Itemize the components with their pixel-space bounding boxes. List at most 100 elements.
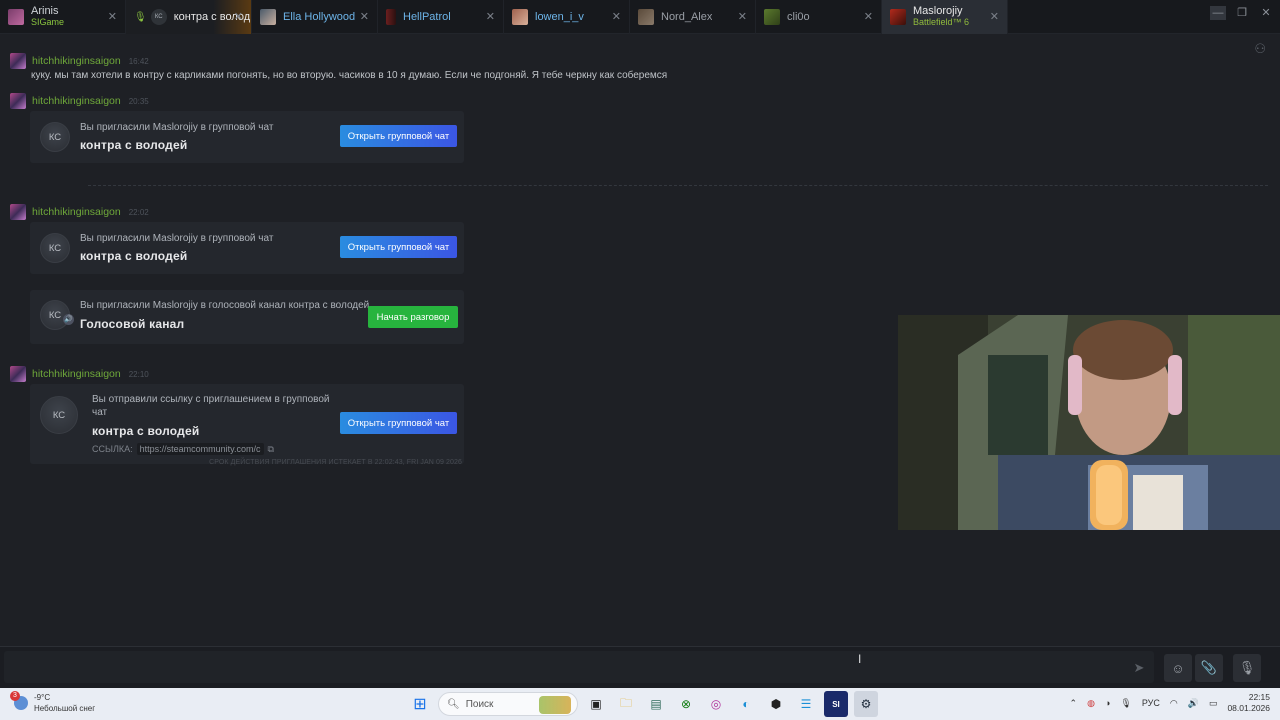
instagram-icon[interactable]: ◎ (704, 691, 728, 717)
avatar[interactable] (10, 53, 26, 69)
group-avatar: КС (40, 396, 78, 434)
weather-icon: 3 (10, 691, 28, 710)
username[interactable]: hitchhikinginsaigon (32, 55, 121, 67)
close-icon[interactable]: ✕ (864, 10, 873, 23)
close-icon[interactable]: ✕ (990, 10, 999, 23)
chat-history[interactable]: ⚇ hitchhikinginsaigon 16:42 куку. мы там… (0, 34, 1280, 646)
open-group-chat-button[interactable]: Открыть групповой чат (340, 412, 457, 434)
windows-start-icon[interactable]: ⊞ (408, 691, 432, 717)
close-window-button[interactable]: ✕ (1258, 6, 1274, 20)
add-friend-icon[interactable]: ⚇ (1254, 41, 1266, 57)
tab-arinis[interactable]: Arinis SIGame ✕ (0, 0, 126, 34)
avatar (260, 9, 276, 25)
tab-label: lowen_i_v (535, 11, 584, 23)
tab-nord-alex[interactable]: Nord_Alex ✕ (630, 0, 756, 34)
tab-bar: Arinis SIGame ✕ 🎙 КС контра с волод ✕ Ell… (0, 0, 1280, 34)
app-icon[interactable]: ▤ (644, 691, 668, 717)
tab-hellpatrol[interactable]: HellPatrol ✕ (378, 0, 504, 34)
tab-ella-hollywood[interactable]: Ella Hollywood ✕ (252, 0, 378, 34)
close-icon[interactable]: ✕ (612, 10, 621, 23)
chevron-up-icon[interactable]: ⌃ (1070, 698, 1078, 709)
attach-icon[interactable]: 📎 (1195, 654, 1223, 682)
mic-icon[interactable]: 🎙 (1120, 698, 1131, 709)
group-invite-card: КС Вы пригласили Maslorojiy в групповой … (30, 111, 464, 163)
tab-status: Battlefield™ 6 (913, 17, 970, 27)
search-placeholder: Поиск (465, 698, 494, 710)
voice-icon[interactable]: 🎙 (1233, 654, 1261, 682)
message-input[interactable] (4, 651, 1154, 683)
tab-lowen[interactable]: lowen_i_v ✕ (504, 0, 630, 34)
tray-app-icon-2[interactable]: ◑ (1105, 698, 1110, 708)
message-header: hitchhikinginsaigon 22:10 (10, 366, 149, 382)
tab-group-chat[interactable]: 🎙 КС контра с волод ✕ (126, 0, 252, 34)
group-name: контра с володей (80, 249, 188, 263)
edge-icon[interactable]: ◐ (734, 691, 758, 717)
tab-status: SIGame (31, 17, 65, 27)
avatar (386, 9, 396, 25)
battery-icon[interactable]: ▭ (1209, 698, 1218, 709)
language-indicator[interactable]: РУС (1142, 698, 1160, 708)
minimize-button[interactable]: — (1210, 6, 1226, 20)
close-icon[interactable]: ✕ (108, 10, 117, 23)
close-icon[interactable]: ✕ (234, 10, 243, 23)
maximize-button[interactable]: ❐ (1234, 6, 1250, 20)
timestamp: 16:42 (128, 56, 149, 66)
close-icon[interactable]: ✕ (486, 10, 495, 23)
webcam-overlay[interactable] (898, 315, 1280, 530)
group-name: контра с володей (92, 424, 200, 438)
steam-icon[interactable]: ⚙ (854, 691, 878, 717)
speaker-icon: 🔊 (63, 314, 74, 325)
group-invite-card: КС Вы пригласили Maslorojiy в групповой … (30, 222, 464, 274)
timestamp: 22:02 (128, 207, 149, 217)
username[interactable]: hitchhikinginsaigon (32, 95, 121, 107)
sigame-icon[interactable]: SI (824, 691, 848, 717)
username[interactable]: hitchhikinginsaigon (32, 206, 121, 218)
username[interactable]: hitchhikinginsaigon (32, 368, 121, 380)
avatar[interactable] (10, 204, 26, 220)
start-call-button[interactable]: Начать разговор (368, 306, 458, 328)
send-icon[interactable]: ➤ (1125, 654, 1153, 682)
timestamp: 20:35 (128, 96, 149, 106)
clock[interactable]: 22:15 08.01.2026 (1227, 692, 1270, 714)
close-icon[interactable]: ✕ (738, 10, 747, 23)
notes-icon[interactable]: ☰ (794, 691, 818, 717)
close-icon[interactable]: ✕ (360, 10, 369, 23)
timestamp: 22:10 (128, 369, 149, 379)
open-group-chat-button[interactable]: Открыть групповой чат (340, 236, 457, 258)
voice-invite-card: КС 🔊 Вы пригласили Maslorojiy в голосово… (30, 290, 464, 344)
task-view-icon[interactable]: ▣ (584, 691, 608, 717)
app-icon-2[interactable]: ⬢ (764, 691, 788, 717)
open-group-chat-button[interactable]: Открыть групповой чат (340, 125, 457, 147)
clock-date: 08.01.2026 (1227, 703, 1270, 713)
webcam-image (898, 315, 1280, 530)
windows-taskbar: 3 -9°C Небольшой снег ⊞ 🔍︎ Поиск ▣ 🗀 ▤ ⊗ … (0, 688, 1280, 720)
tab-label: Ella Hollywood (283, 11, 356, 23)
wifi-icon[interactable]: ◠ (1170, 698, 1178, 709)
tab-label: Nord_Alex (661, 11, 713, 23)
volume-icon[interactable]: 🔊 (1188, 698, 1199, 709)
tray-app-icon[interactable]: ◍ (1087, 698, 1095, 709)
xbox-icon[interactable]: ⊗ (674, 691, 698, 717)
invite-expiry-text: СРОК ДЕЙСТВИЯ ПРИГЛАШЕНИЯ ИСТЕКАЕТ В 22:… (209, 459, 462, 466)
invite-link[interactable]: https://steamcommunity.com/c (136, 443, 264, 455)
avatar[interactable] (10, 93, 26, 109)
invite-text: Вы пригласили Maslorojiy в групповой чат (80, 233, 274, 244)
search-highlight-image (539, 696, 571, 714)
emoticon-icon[interactable]: ☺ (1164, 654, 1192, 682)
text-cursor-icon: I (858, 652, 862, 666)
invite-text: Вы отправили ссылку с приглашением в гру… (92, 394, 330, 405)
channel-name: Голосовой канал (80, 317, 185, 331)
copy-icon[interactable]: ⧉ (268, 444, 274, 455)
search-icon: 🔍︎ (447, 698, 460, 710)
system-tray: ⌃ ◍ ◑ 🎙 РУС ◠ 🔊 ▭ 22:15 08.01.2026 (1070, 692, 1270, 714)
avatar[interactable] (10, 366, 26, 382)
message-header: hitchhikinginsaigon 16:42 (10, 53, 149, 69)
weather-widget[interactable]: 3 -9°C Небольшой снег (10, 691, 95, 714)
tab-maslorojiy[interactable]: Maslorojiy Battlefield™ 6 ✕ (882, 0, 1008, 34)
file-explorer-icon[interactable]: 🗀 (614, 691, 638, 717)
group-name: контра с володей (80, 138, 188, 152)
tab-label: Maslorojiy (913, 6, 963, 17)
invite-link-row: ССЫЛКА: https://steamcommunity.com/c ⧉ (92, 443, 274, 455)
tab-cli0o[interactable]: cli0o ✕ (756, 0, 882, 34)
taskbar-search[interactable]: 🔍︎ Поиск (438, 692, 578, 716)
